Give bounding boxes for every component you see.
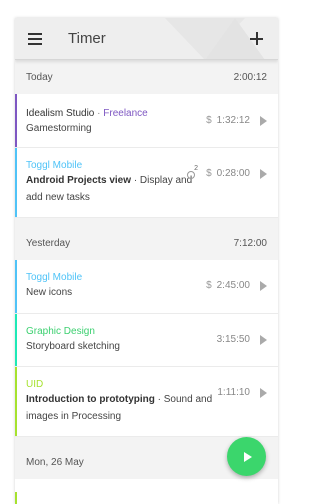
entry-duration: 1:32:12 bbox=[216, 115, 250, 126]
day-label: Yesterday bbox=[26, 237, 71, 249]
time-entry[interactable]: Graphic Design Storyboard sketching 3:15… bbox=[15, 314, 278, 367]
time-entry[interactable]: Toggl Mobile New icons $ 2:45:00 bbox=[15, 260, 278, 314]
day-total: 2:00:12 bbox=[233, 71, 267, 83]
subtask-count: 2 bbox=[194, 165, 198, 172]
project-color-bar bbox=[15, 492, 17, 504]
day-label: Today bbox=[26, 71, 53, 83]
entry-description-bold: Introduction to prototyping bbox=[26, 394, 155, 405]
page-title: Timer bbox=[68, 30, 106, 47]
continue-play-icon[interactable] bbox=[260, 168, 267, 179]
entry-description: Storyboard sketching bbox=[26, 341, 120, 352]
entry-duration: 2:45:00 bbox=[216, 280, 250, 291]
time-entry[interactable]: UID Introduction to prototyping · Sound … bbox=[15, 367, 278, 437]
day-label: Mon, 26 May bbox=[26, 456, 84, 468]
dollar-icon: $ bbox=[206, 280, 212, 291]
entry-project: Toggl Mobile bbox=[26, 272, 83, 283]
day-header-yesterday: Yesterday 7:12:00 bbox=[15, 226, 278, 260]
entry-client: Freelance bbox=[103, 108, 148, 119]
entry-project: UID bbox=[26, 379, 44, 390]
subtask-count-icon: 2 bbox=[187, 165, 198, 179]
entry-project: Graphic Design bbox=[26, 326, 95, 337]
day-header-today: Today 2:00:12 bbox=[15, 60, 278, 94]
entry-duration: 0:28:00 bbox=[216, 168, 250, 179]
entry-description-bold: Android Projects view bbox=[26, 175, 132, 186]
dollar-icon: $ bbox=[206, 168, 212, 179]
app-window: Timer Today 2:00:12 Idealism Studio · Fr… bbox=[15, 18, 278, 504]
entry-project: Toggl Mobile bbox=[26, 160, 83, 171]
hamburger-menu-icon[interactable] bbox=[28, 32, 42, 45]
project-color-bar bbox=[15, 314, 17, 366]
time-entry[interactable]: Toggl Mobile Android Projects view · Dis… bbox=[15, 148, 278, 218]
app-bar: Timer bbox=[15, 18, 278, 60]
start-timer-button[interactable] bbox=[227, 437, 266, 476]
dollar-icon: $ bbox=[206, 115, 212, 126]
entry-duration: 3:15:50 bbox=[216, 334, 250, 345]
entry-project: Idealism Studio bbox=[26, 108, 95, 119]
entry-duration: 1:11:10 bbox=[217, 387, 250, 398]
section-spacer bbox=[15, 218, 278, 226]
day-total: 7:12:00 bbox=[233, 237, 267, 249]
project-color-bar bbox=[15, 260, 17, 313]
time-entry[interactable]: Idealism Studio · Freelance Gamestorming… bbox=[15, 94, 278, 148]
continue-play-icon[interactable] bbox=[260, 334, 267, 345]
continue-play-icon[interactable] bbox=[260, 387, 267, 398]
entry-description: Gamestorming bbox=[26, 123, 92, 134]
project-color-bar bbox=[15, 148, 17, 217]
project-color-bar bbox=[15, 367, 17, 436]
continue-play-icon[interactable] bbox=[260, 115, 267, 126]
play-icon bbox=[244, 451, 252, 462]
entry-description: New icons bbox=[26, 287, 73, 298]
continue-play-icon[interactable] bbox=[260, 280, 267, 291]
add-entry-icon[interactable] bbox=[250, 32, 263, 45]
time-entry-peek bbox=[15, 492, 278, 504]
project-color-bar bbox=[15, 94, 17, 147]
